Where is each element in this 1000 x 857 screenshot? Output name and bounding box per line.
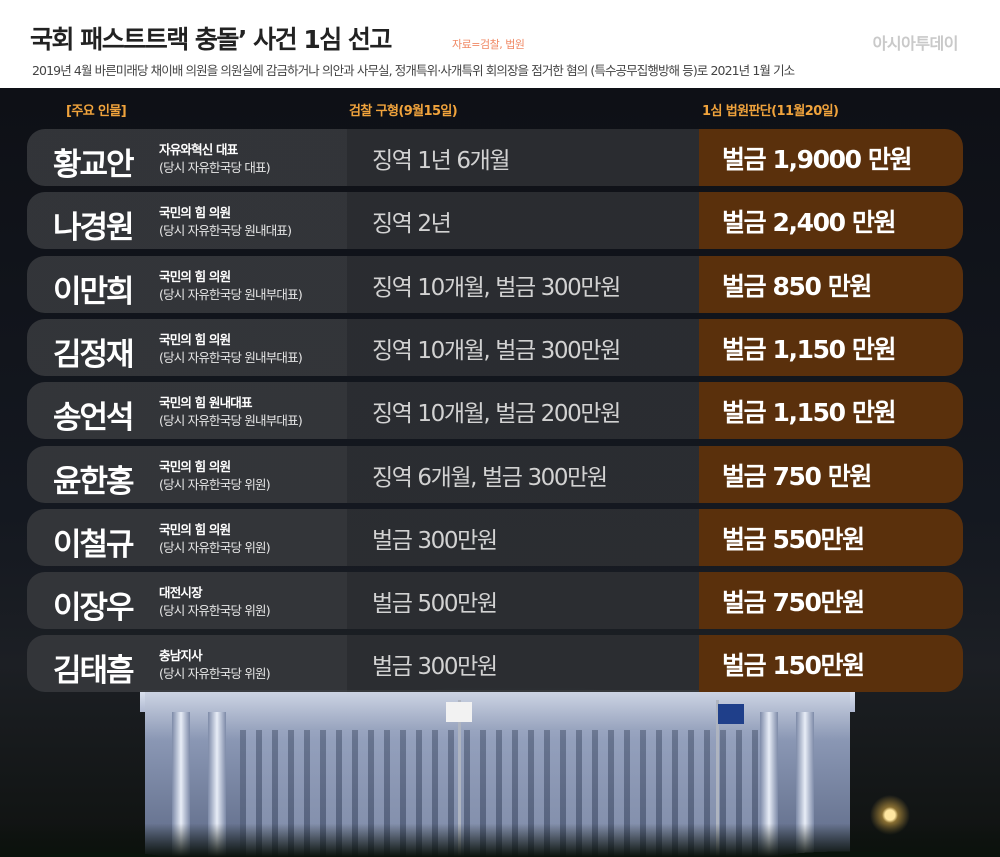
- prosecution-demand: 벌금 300만원: [372, 528, 498, 554]
- table-row: 이만희 국민의 힘 의원 (당시 자유한국당 원내부대표) 징역 10개월, 벌금 3…: [27, 256, 963, 313]
- person-name: 김정재: [53, 337, 135, 373]
- table-row: 황교안 자유와혁신 대표 (당시 자유한국당 대표) 징역 1년 6개월 벌금 1,90…: [27, 129, 963, 186]
- court-verdict: 벌금 750만원: [722, 588, 865, 617]
- column-header-verdict: 1심 법원판단(11월20일): [702, 104, 839, 119]
- person-name: 나경원: [53, 210, 135, 246]
- prosecution-demand: 징역 10개월, 벌금 200만원: [372, 401, 621, 427]
- current-position: 국민의 힘 의원: [159, 522, 231, 537]
- current-position: 국민의 힘 의원: [159, 269, 231, 284]
- prosecution-demand: 징역 1년 6개월: [372, 148, 510, 174]
- table-row: 김정재 국민의 힘 의원 (당시 자유한국당 원내부대표) 징역 10개월, 벌금 3…: [27, 319, 963, 376]
- prosecution-demand: 벌금 500만원: [372, 591, 498, 617]
- prosecution-demand: 징역 6개월, 벌금 300만원: [372, 465, 608, 491]
- current-position: 국민의 힘 의원: [159, 332, 231, 347]
- previous-position: (당시 자유한국당 원내부대표): [159, 413, 303, 428]
- person-name: 김태흠: [53, 653, 135, 689]
- prosecution-demand: 징역 2년: [372, 211, 452, 237]
- previous-position: (당시 자유한국당 위원): [159, 540, 271, 555]
- table-row: 송언석 국민의 힘 원내대표 (당시 자유한국당 원내부대표) 징역 10개월, 벌금…: [27, 382, 963, 439]
- court-verdict: 벌금 750 만원: [722, 462, 872, 491]
- prosecution-demand: 징역 10개월, 벌금 300만원: [372, 275, 621, 301]
- brand-logo: 아시아투데이: [872, 34, 959, 53]
- table-row: 이철규 국민의 힘 의원 (당시 자유한국당 위원) 벌금 300만원 벌금 550만원: [27, 509, 963, 566]
- table-row: 윤한홍 국민의 힘 의원 (당시 자유한국당 위원) 징역 6개월, 벌금 300만원…: [27, 446, 963, 503]
- prosecution-demand: 징역 10개월, 벌금 300만원: [372, 338, 621, 364]
- current-position: 자유와혁신 대표: [159, 142, 238, 157]
- column-header-prosecution: 검찰 구형(9월15일): [349, 104, 458, 119]
- page-title: 국회 패스트트랙 충돌’ 사건 1심 선고: [30, 25, 392, 54]
- previous-position: (당시 자유한국당 대표): [159, 160, 271, 175]
- header: 국회 패스트트랙 충돌’ 사건 1심 선고 자료=검찰, 법원 아시아투데이 2…: [0, 0, 1000, 88]
- source-note: 자료=검찰, 법원: [452, 38, 525, 51]
- previous-position: (당시 자유한국당 원내부대표): [159, 350, 303, 365]
- court-verdict: 벌금 1,9000 만원: [722, 145, 912, 174]
- person-name: 이만희: [53, 274, 135, 310]
- court-verdict: 벌금 2,400 만원: [722, 208, 896, 237]
- previous-position: (당시 자유한국당 원내부대표): [159, 287, 303, 302]
- court-verdict: 벌금 1,150 만원: [722, 335, 896, 364]
- korea-flag-icon: [446, 702, 472, 722]
- trees: [0, 790, 1000, 857]
- court-verdict: 벌금 850 만원: [722, 272, 872, 301]
- current-position: 국민의 힘 의원: [159, 459, 231, 474]
- table-row: 나경원 국민의 힘 의원 (당시 자유한국당 원내대표) 징역 2년 벌금 2,400 …: [27, 192, 963, 249]
- person-name: 송언석: [53, 400, 135, 436]
- person-name: 황교안: [53, 147, 135, 183]
- prosecution-demand: 벌금 300만원: [372, 654, 498, 680]
- previous-position: (당시 자유한국당 원내대표): [159, 223, 292, 238]
- table-row: 이장우 대전시장 (당시 자유한국당 위원) 벌금 500만원 벌금 750만원: [27, 572, 963, 629]
- current-position: 국민의 힘 의원: [159, 205, 231, 220]
- previous-position: (당시 자유한국당 위원): [159, 477, 271, 492]
- assembly-flag-icon: [718, 704, 744, 724]
- court-verdict: 벌금 150만원: [722, 651, 865, 680]
- current-position: 국민의 힘 원내대표: [159, 395, 253, 410]
- previous-position: (당시 자유한국당 위원): [159, 603, 271, 618]
- current-position: 충남지사: [159, 648, 203, 663]
- court-verdict: 벌금 550만원: [722, 525, 865, 554]
- current-position: 대전시장: [159, 585, 203, 600]
- court-verdict: 벌금 1,150 만원: [722, 398, 896, 427]
- person-name: 이장우: [53, 590, 135, 626]
- page-subtitle: 2019년 4월 바른미래당 채이배 의원을 의원실에 감금하거나 의안과 사무…: [32, 63, 795, 78]
- previous-position: (당시 자유한국당 위원): [159, 666, 271, 681]
- table-row: 김태흠 충남지사 (당시 자유한국당 위원) 벌금 300만원 벌금 150만원: [27, 635, 963, 692]
- column-header-people: [주요 인물]: [66, 104, 127, 119]
- person-name: 윤한홍: [53, 464, 135, 500]
- person-name: 이철규: [53, 527, 135, 563]
